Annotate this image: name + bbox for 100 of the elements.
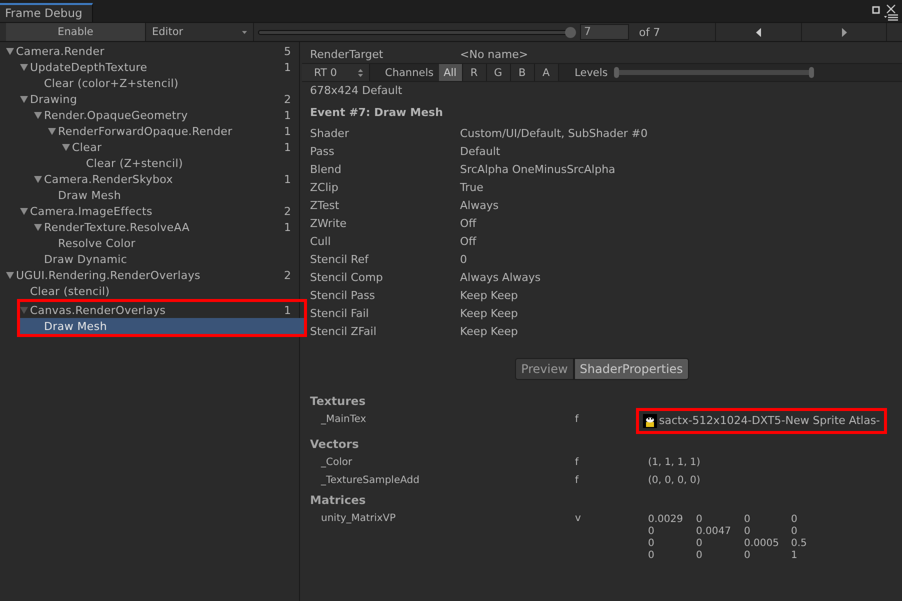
- event-label: RenderForwardOpaque.Render: [58, 124, 232, 138]
- property-value: (0, 0, 0, 0): [648, 474, 700, 488]
- levels-range-slider[interactable]: [614, 67, 814, 78]
- event-label: Camera.RenderSkybox: [44, 172, 173, 186]
- event-label: RenderTexture.ResolveAA: [44, 220, 190, 234]
- expanded-arrow-icon[interactable]: [34, 175, 42, 183]
- property-label: RenderTarget: [310, 48, 384, 60]
- highlighted-texture-value[interactable]: sactx-512x1024-DXT5-New Sprite Atlas-: [636, 408, 888, 434]
- caret-icon: [242, 30, 247, 34]
- channel-button[interactable]: R: [462, 64, 487, 81]
- tree-row[interactable]: Canvas.RenderOverlays 1: [20, 302, 304, 318]
- expanded-arrow-icon[interactable]: [34, 223, 42, 231]
- event-title: Event #7: Draw Mesh: [309, 105, 444, 121]
- event-label: Render.OpaqueGeometry: [44, 108, 188, 122]
- tree-row[interactable]: Render.OpaqueGeometry 1: [0, 107, 299, 123]
- matrix-value: 0: [648, 550, 656, 562]
- view-tab[interactable]: Preview: [515, 358, 574, 380]
- menu-icon[interactable]: [884, 14, 898, 21]
- channel-button[interactable]: All: [438, 64, 463, 81]
- tree-row[interactable]: RenderForwardOpaque.Render 1: [0, 123, 299, 139]
- window-tab[interactable]: Frame Debug: [0, 3, 93, 22]
- matrix-value: 0: [791, 514, 798, 526]
- matrix-value: 0: [791, 526, 798, 538]
- tree-row[interactable]: Clear (stencil): [0, 283, 299, 299]
- tree-row[interactable]: Draw Dynamic: [0, 251, 299, 267]
- matrix-value: 0.0029: [648, 514, 684, 526]
- tree-row[interactable]: Camera.RenderSkybox 1: [0, 171, 299, 187]
- close-icon[interactable]: [886, 4, 896, 14]
- tree-row[interactable]: Camera.Render 5: [0, 43, 299, 59]
- maximize-icon[interactable]: [872, 4, 881, 14]
- property-value: Keep Keep: [460, 288, 518, 302]
- property-label: Stencil Ref: [310, 252, 370, 266]
- property-name: _TextureSampleAdd: [321, 474, 420, 488]
- expanded-arrow-icon[interactable]: [20, 95, 28, 103]
- tree-row[interactable]: Draw Mesh: [0, 187, 299, 203]
- property-value: Keep Keep: [460, 324, 518, 338]
- event-count: 1: [283, 172, 291, 186]
- tree-row[interactable]: Clear (color+Z+stencil): [0, 75, 299, 91]
- tree-row[interactable]: Drawing 2: [0, 91, 299, 107]
- tree-row[interactable]: Camera.ImageEffects 2: [0, 203, 299, 219]
- property-label: Stencil ZFail: [310, 324, 378, 338]
- section-heading: Matrices: [309, 492, 367, 509]
- matrix-value: 0: [744, 526, 752, 538]
- enable-button[interactable]: Enable: [6, 23, 146, 41]
- tree-row[interactable]: UpdateDepthTexture 1: [0, 59, 299, 75]
- event-count: 5: [283, 44, 291, 58]
- render-target-dropdown[interactable]: RT 0: [302, 64, 370, 81]
- right-triangle-icon: [842, 28, 846, 36]
- event-count: 2: [283, 204, 291, 218]
- matrix-value: 0: [696, 538, 704, 550]
- event-label: Camera.ImageEffects: [30, 204, 152, 218]
- expanded-arrow-icon[interactable]: [20, 63, 28, 71]
- tree-row[interactable]: Resolve Color: [0, 235, 299, 251]
- expanded-arrow-icon[interactable]: [6, 47, 14, 55]
- expanded-arrow-icon[interactable]: [62, 143, 70, 151]
- event-label: Canvas.RenderOverlays: [30, 304, 166, 316]
- tree-row[interactable]: UGUI.Rendering.RenderOverlays 2: [0, 267, 299, 283]
- matrix-value: 0: [744, 550, 752, 562]
- property-label: Stencil Comp: [310, 270, 384, 284]
- section-heading: Textures: [309, 393, 367, 410]
- property-name: unity_MatrixVP: [321, 512, 397, 526]
- view-tab[interactable]: ShaderProperties: [574, 358, 689, 380]
- channel-button[interactable]: A: [534, 64, 559, 81]
- event-label: UGUI.Rendering.RenderOverlays: [16, 268, 200, 282]
- property-type: f: [575, 413, 580, 427]
- matrix-value: 0: [648, 526, 656, 538]
- event-label: Resolve Color: [58, 236, 136, 250]
- tree-row[interactable]: Clear (Z+stencil): [0, 155, 299, 171]
- event-label: UpdateDepthTexture: [30, 60, 148, 74]
- channels-label: Channels: [384, 66, 435, 78]
- event-label: Camera.Render: [16, 44, 104, 58]
- left-triangle-icon: [756, 28, 761, 36]
- matrix-value: 0.0047: [696, 526, 732, 538]
- property-label: Stencil Fail: [310, 306, 370, 320]
- tree-row[interactable]: Clear 1: [0, 139, 299, 155]
- up-down-arrows-icon: [358, 68, 363, 76]
- property-value: SrcAlpha OneMinusSrcAlpha: [460, 162, 616, 176]
- channel-button[interactable]: G: [486, 64, 511, 81]
- property-label: Cull: [310, 234, 332, 248]
- tree-row-selected[interactable]: Draw Mesh: [20, 318, 304, 334]
- property-label: ZClip: [310, 180, 340, 194]
- event-number-field[interactable]: 7: [580, 24, 629, 40]
- property-label: ZWrite: [310, 216, 348, 230]
- event-label: Draw Mesh: [58, 188, 121, 202]
- expanded-arrow-icon[interactable]: [48, 127, 56, 135]
- property-label: Stencil Pass: [310, 288, 376, 302]
- property-type: v: [575, 512, 582, 526]
- event-label: Drawing: [30, 92, 78, 106]
- channel-button[interactable]: B: [510, 64, 535, 81]
- section-heading: Vectors: [309, 436, 360, 453]
- property-value: True: [460, 180, 484, 194]
- tree-row[interactable]: RenderTexture.ResolveAA 1: [0, 219, 299, 235]
- event-count: 1: [283, 140, 291, 154]
- expanded-arrow-icon[interactable]: [20, 207, 28, 215]
- resolution-text: 678x424 Default: [309, 83, 404, 99]
- expanded-arrow-icon[interactable]: [6, 271, 14, 279]
- expanded-arrow-icon[interactable]: [34, 111, 42, 119]
- event-count: 2: [283, 268, 291, 282]
- matrix-value: 0.0005: [744, 538, 780, 550]
- event-label: Clear (stencil): [30, 284, 110, 298]
